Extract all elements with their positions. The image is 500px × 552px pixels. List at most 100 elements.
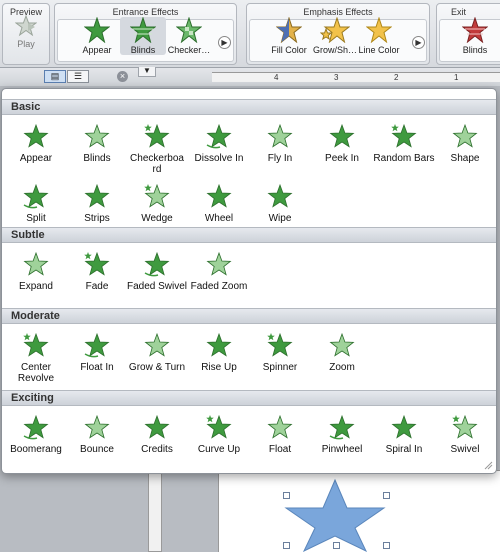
- effect-dissolve-in[interactable]: Dissolve In: [188, 121, 250, 164]
- effect-curve-up[interactable]: Curve Up: [188, 412, 250, 455]
- gallery-dropdown-arrow[interactable]: ▼: [138, 67, 156, 77]
- spinner-effect-icon: [267, 332, 293, 357]
- outline-view-button[interactable]: ☰: [67, 70, 89, 83]
- selected-star-shape[interactable]: [283, 478, 387, 552]
- effect-shape[interactable]: Shape: [434, 121, 496, 164]
- star-line-color-icon: [366, 17, 392, 43]
- ribbon-entrance-blinds[interactable]: Blinds: [120, 17, 166, 55]
- effect-label: Faded Zoom: [190, 281, 248, 292]
- effect-label: Grow & Turn: [128, 362, 186, 373]
- bounce-effect-icon: [84, 414, 110, 439]
- ribbon-entrance-appear-label: Appear: [82, 45, 112, 55]
- effect-label: Expand: [19, 281, 53, 292]
- expand-effect-icon: [23, 251, 49, 276]
- resize-handle[interactable]: [283, 542, 290, 549]
- entrance-effects-gallery-popup: Basic Appear Blinds Checkerboa rd Dissolve I…: [1, 88, 497, 474]
- ribbon-emphasis-grow-shrink-label: Grow/Sh…: [312, 45, 357, 55]
- wheel-effect-icon: [206, 183, 232, 208]
- effect-spiral-in[interactable]: Spiral In: [373, 412, 435, 455]
- effect-label: Random Bars: [373, 153, 435, 164]
- emphasis-effects-title: Emphasis Effects: [303, 7, 373, 17]
- ribbon-entrance-appear[interactable]: Appear: [74, 17, 120, 55]
- effect-fade[interactable]: Fade: [66, 249, 128, 292]
- effect-label: Fade: [85, 281, 109, 292]
- resize-handle[interactable]: [283, 492, 290, 499]
- resize-handle[interactable]: [383, 542, 390, 549]
- star-appear-icon: [84, 17, 110, 43]
- effect-random-bars[interactable]: Random Bars: [373, 121, 435, 164]
- effect-split[interactable]: Split: [5, 181, 67, 224]
- effect-peek-in[interactable]: Peek In: [311, 121, 373, 164]
- effect-float-in[interactable]: Float In: [66, 330, 128, 373]
- entrance-gallery-more-button[interactable]: ▶: [218, 36, 231, 49]
- effect-faded-swivel[interactable]: Faded Swivel: [126, 249, 188, 292]
- effect-blinds[interactable]: Blinds: [66, 121, 128, 164]
- resize-grip-icon[interactable]: [483, 460, 493, 470]
- effect-zoom[interactable]: Zoom: [311, 330, 373, 373]
- section-header-exciting: Exciting: [2, 390, 496, 406]
- ribbon: Preview Play Entrance Effects Appear Bli…: [0, 0, 500, 68]
- faded-swivel-effect-icon: [144, 251, 170, 277]
- effect-label: Rise Up: [201, 362, 237, 373]
- effect-center-revolve[interactable]: Center Revolve: [5, 330, 67, 384]
- ribbon-emphasis-fill-color[interactable]: Fill Color: [266, 17, 312, 55]
- close-pane-icon[interactable]: ×: [117, 71, 128, 82]
- ribbon-emphasis-line-color[interactable]: Line Color: [356, 17, 402, 55]
- effect-label: Float: [268, 444, 292, 455]
- effect-boomerang[interactable]: Boomerang: [5, 412, 67, 455]
- effect-spinner[interactable]: Spinner: [249, 330, 311, 373]
- effect-label: Center Revolve: [17, 362, 55, 384]
- split-effect-icon: [23, 183, 49, 209]
- effect-label: Spinner: [262, 362, 298, 373]
- faded-zoom-effect-icon: [206, 251, 232, 276]
- effect-wipe[interactable]: Wipe: [249, 181, 311, 224]
- ruler-mark: 2: [394, 73, 399, 82]
- effect-label: Boomerang: [10, 444, 62, 455]
- effect-label: Credits: [141, 444, 173, 455]
- effect-pinwheel[interactable]: Pinwheel: [311, 412, 373, 455]
- ribbon-emphasis-line-color-label: Line Color: [358, 45, 400, 55]
- credits-effect-icon: [144, 414, 170, 439]
- effect-checkerboa-rd[interactable]: Checkerboa rd: [126, 121, 188, 175]
- grow-turn-effect-icon: [144, 332, 170, 357]
- effect-float[interactable]: Float: [249, 412, 311, 455]
- normal-view-button[interactable]: ▤: [44, 70, 66, 83]
- effect-label: Appear: [19, 153, 53, 164]
- star-grow-shrink-icon: [320, 17, 350, 43]
- ribbon-exit-blinds[interactable]: Blinds: [452, 17, 498, 55]
- effect-label: Zoom: [329, 362, 355, 373]
- effect-appear[interactable]: Appear: [5, 121, 67, 164]
- effect-label: Shape: [450, 153, 480, 164]
- effect-strips[interactable]: Strips: [66, 181, 128, 224]
- exit-effects-title: Exit: [451, 7, 467, 17]
- resize-handle[interactable]: [333, 542, 340, 549]
- effect-label: Swivel: [450, 444, 480, 455]
- wipe-effect-icon: [267, 183, 293, 208]
- ribbon-entrance-checkerboard[interactable]: Checker…: [166, 17, 212, 55]
- effect-bounce[interactable]: Bounce: [66, 412, 128, 455]
- effect-wheel[interactable]: Wheel: [188, 181, 250, 224]
- dissolve-in-effect-icon: [206, 123, 232, 149]
- effect-credits[interactable]: Credits: [126, 412, 188, 455]
- effect-label: Strips: [84, 213, 110, 224]
- play-label: Play: [17, 39, 35, 49]
- effect-expand[interactable]: Expand: [5, 249, 67, 292]
- effect-grow-turn[interactable]: Grow & Turn: [126, 330, 188, 373]
- ribbon-emphasis-grow-shrink[interactable]: Grow/Sh…: [312, 17, 358, 55]
- emphasis-gallery-more-button[interactable]: ▶: [412, 36, 425, 49]
- resize-handle[interactable]: [383, 492, 390, 499]
- effect-fly-in[interactable]: Fly In: [249, 121, 311, 164]
- fly-in-effect-icon: [267, 123, 293, 148]
- effect-swivel[interactable]: Swivel: [434, 412, 496, 455]
- effect-faded-zoom[interactable]: Faded Zoom: [188, 249, 250, 292]
- effect-wedge[interactable]: Wedge: [126, 181, 188, 224]
- play-button[interactable]: Play: [6, 3, 46, 49]
- effect-rise-up[interactable]: Rise Up: [188, 330, 250, 373]
- effect-label: Wheel: [204, 213, 234, 224]
- star-fill-color-icon: [276, 17, 302, 43]
- section-header-moderate: Moderate: [2, 308, 496, 324]
- strips-effect-icon: [84, 183, 110, 208]
- effect-label: Fly In: [267, 153, 293, 164]
- random-bars-effect-icon: [391, 123, 417, 148]
- effect-label: Peek In: [325, 153, 359, 164]
